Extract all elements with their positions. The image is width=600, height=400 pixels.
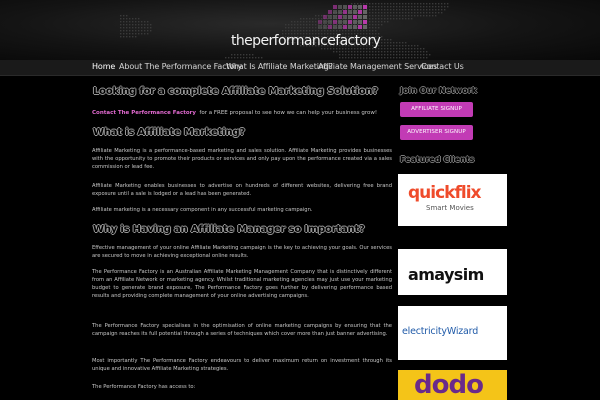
heading-what-is-affiliate: What is Affiliate Marketing? — [93, 127, 246, 138]
nav-what-is-affiliate-marketing[interactable]: What Is Affiliate Marketing? — [226, 62, 333, 71]
main-content: Looking for a complete Affiliate Marketi… — [87, 82, 392, 400]
quickflix-wordmark: quickflix — [408, 183, 481, 203]
quickflix-tagline: Smart Movies — [426, 204, 474, 212]
client-logo-electricity-wizard[interactable]: electricityWizard — [398, 306, 507, 360]
featured-clients-title: Featured Clients — [400, 155, 475, 164]
contact-rest-text: for a FREE proposal to see how we can he… — [199, 110, 378, 116]
dodo-wordmark: dodo — [414, 370, 484, 400]
amaysim-wordmark: amaysim — [408, 265, 484, 284]
nav-contact-us[interactable]: Contact Us — [421, 62, 464, 71]
paragraph-8: The Performance Factory has access to: — [92, 384, 196, 390]
paragraph-7: Most importantly The Performance Factory… — [92, 358, 392, 372]
heading-why-affiliate-manager: Why is Having an Affiliate Manager so Im… — [93, 224, 365, 235]
nav-home[interactable]: Home — [92, 62, 115, 71]
logo-pixel-mark-icon — [318, 5, 367, 29]
heading-complete-solution: Looking for a complete Affiliate Marketi… — [93, 86, 378, 97]
site-logo[interactable]: theperformancefactory — [231, 33, 381, 49]
sidebar: Join Our Network AFFILIATE SIGNUP ADVERT… — [398, 82, 600, 400]
client-logo-amaysim[interactable]: amaysim — [398, 249, 507, 295]
paragraph-1: Affiliate Marketing is a performance-bas… — [92, 148, 392, 170]
paragraph-5: The Performance Factory is an Australian… — [92, 269, 392, 299]
electricity-wizard-wordmark: electricityWizard — [402, 326, 479, 337]
main-nav: Home About The Performance Factory What … — [0, 60, 600, 76]
site-header: theperformancefactory — [0, 0, 600, 60]
paragraph-4: Effective management of your online Affi… — [92, 245, 392, 259]
contact-line: Contact The Performance Factory for a FR… — [92, 110, 377, 116]
client-logo-dodo[interactable]: dodo — [398, 370, 507, 400]
nav-about[interactable]: About The Performance Factory — [119, 62, 242, 71]
paragraph-2: Affiliate Marketing enables businesses t… — [92, 183, 392, 197]
client-logo-quickflix[interactable]: quickflix Smart Movies — [398, 174, 507, 226]
paragraph-3: Affiliate marketing is a necessary compo… — [92, 207, 313, 213]
contact-link[interactable]: Contact The Performance Factory — [92, 110, 196, 116]
paragraph-6: The Performance Factory specialises in t… — [92, 323, 392, 337]
join-network-title: Join Our Network — [400, 86, 478, 95]
affiliate-signup-button[interactable]: AFFILIATE SIGNUP — [400, 102, 473, 117]
nav-affiliate-management-services[interactable]: Affiliate Management Services — [318, 62, 437, 71]
advertiser-signup-button[interactable]: ADVERTISER SIGNUP — [400, 125, 473, 140]
world-dot-map-background — [120, 3, 449, 59]
